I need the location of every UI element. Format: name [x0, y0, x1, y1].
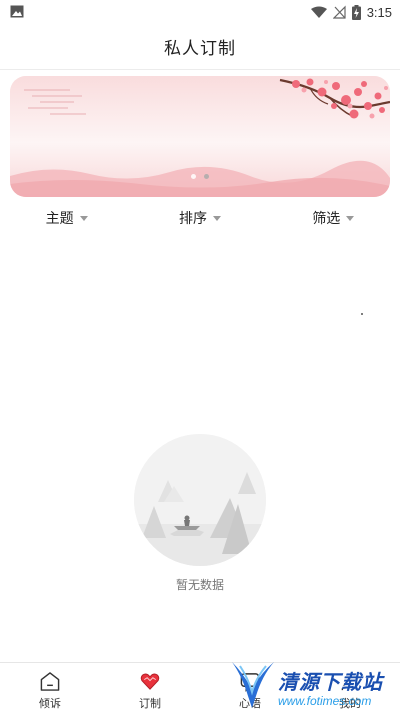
- image-icon: [10, 5, 24, 18]
- empty-illustration-icon: [134, 434, 266, 566]
- caret-down-icon: [79, 216, 88, 221]
- empty-state-illustration: [134, 434, 266, 566]
- carousel-indicator: [10, 174, 390, 179]
- caret-down-icon: [346, 216, 355, 221]
- watermark-url: www.fotimes.com: [278, 694, 372, 708]
- filter-bar: 主题 排序 筛选: [0, 206, 400, 230]
- wifi-icon: [310, 6, 327, 18]
- status-bar: 3:15: [0, 0, 400, 24]
- filter-label: 筛选: [312, 211, 341, 227]
- battery-charging-icon: [351, 4, 361, 20]
- filter-screen-dropdown[interactable]: 筛选: [267, 206, 400, 230]
- status-time: 3:15: [366, 4, 392, 20]
- nav-item-confide[interactable]: 倾诉: [0, 663, 100, 711]
- speck: [361, 313, 363, 315]
- carousel-dot: [191, 174, 196, 179]
- watermark-logo: [232, 662, 274, 708]
- nav-label: 倾诉: [39, 697, 61, 710]
- filter-theme-dropdown[interactable]: 主题: [0, 206, 133, 230]
- filter-label: 排序: [178, 211, 207, 227]
- filter-sort-dropdown[interactable]: 排序: [133, 206, 266, 230]
- no-signal-icon: [332, 5, 346, 19]
- nav-item-customize[interactable]: 订制: [100, 663, 200, 711]
- carousel-dot-active: [204, 174, 209, 179]
- home-icon: [40, 672, 60, 691]
- heart-icon: [140, 673, 160, 690]
- page-title: 私人订制: [164, 39, 236, 59]
- empty-state-text: 暂无数据: [175, 578, 224, 592]
- banner-carousel[interactable]: [10, 76, 390, 197]
- watermark: 清源下载站 www.fotimes.com: [228, 656, 400, 711]
- watermark-title: 清源下载站: [278, 670, 383, 694]
- title-bar: 私人订制: [0, 24, 400, 70]
- filter-label: 主题: [45, 211, 74, 227]
- nav-label: 订制: [139, 697, 161, 710]
- caret-down-icon: [212, 216, 221, 221]
